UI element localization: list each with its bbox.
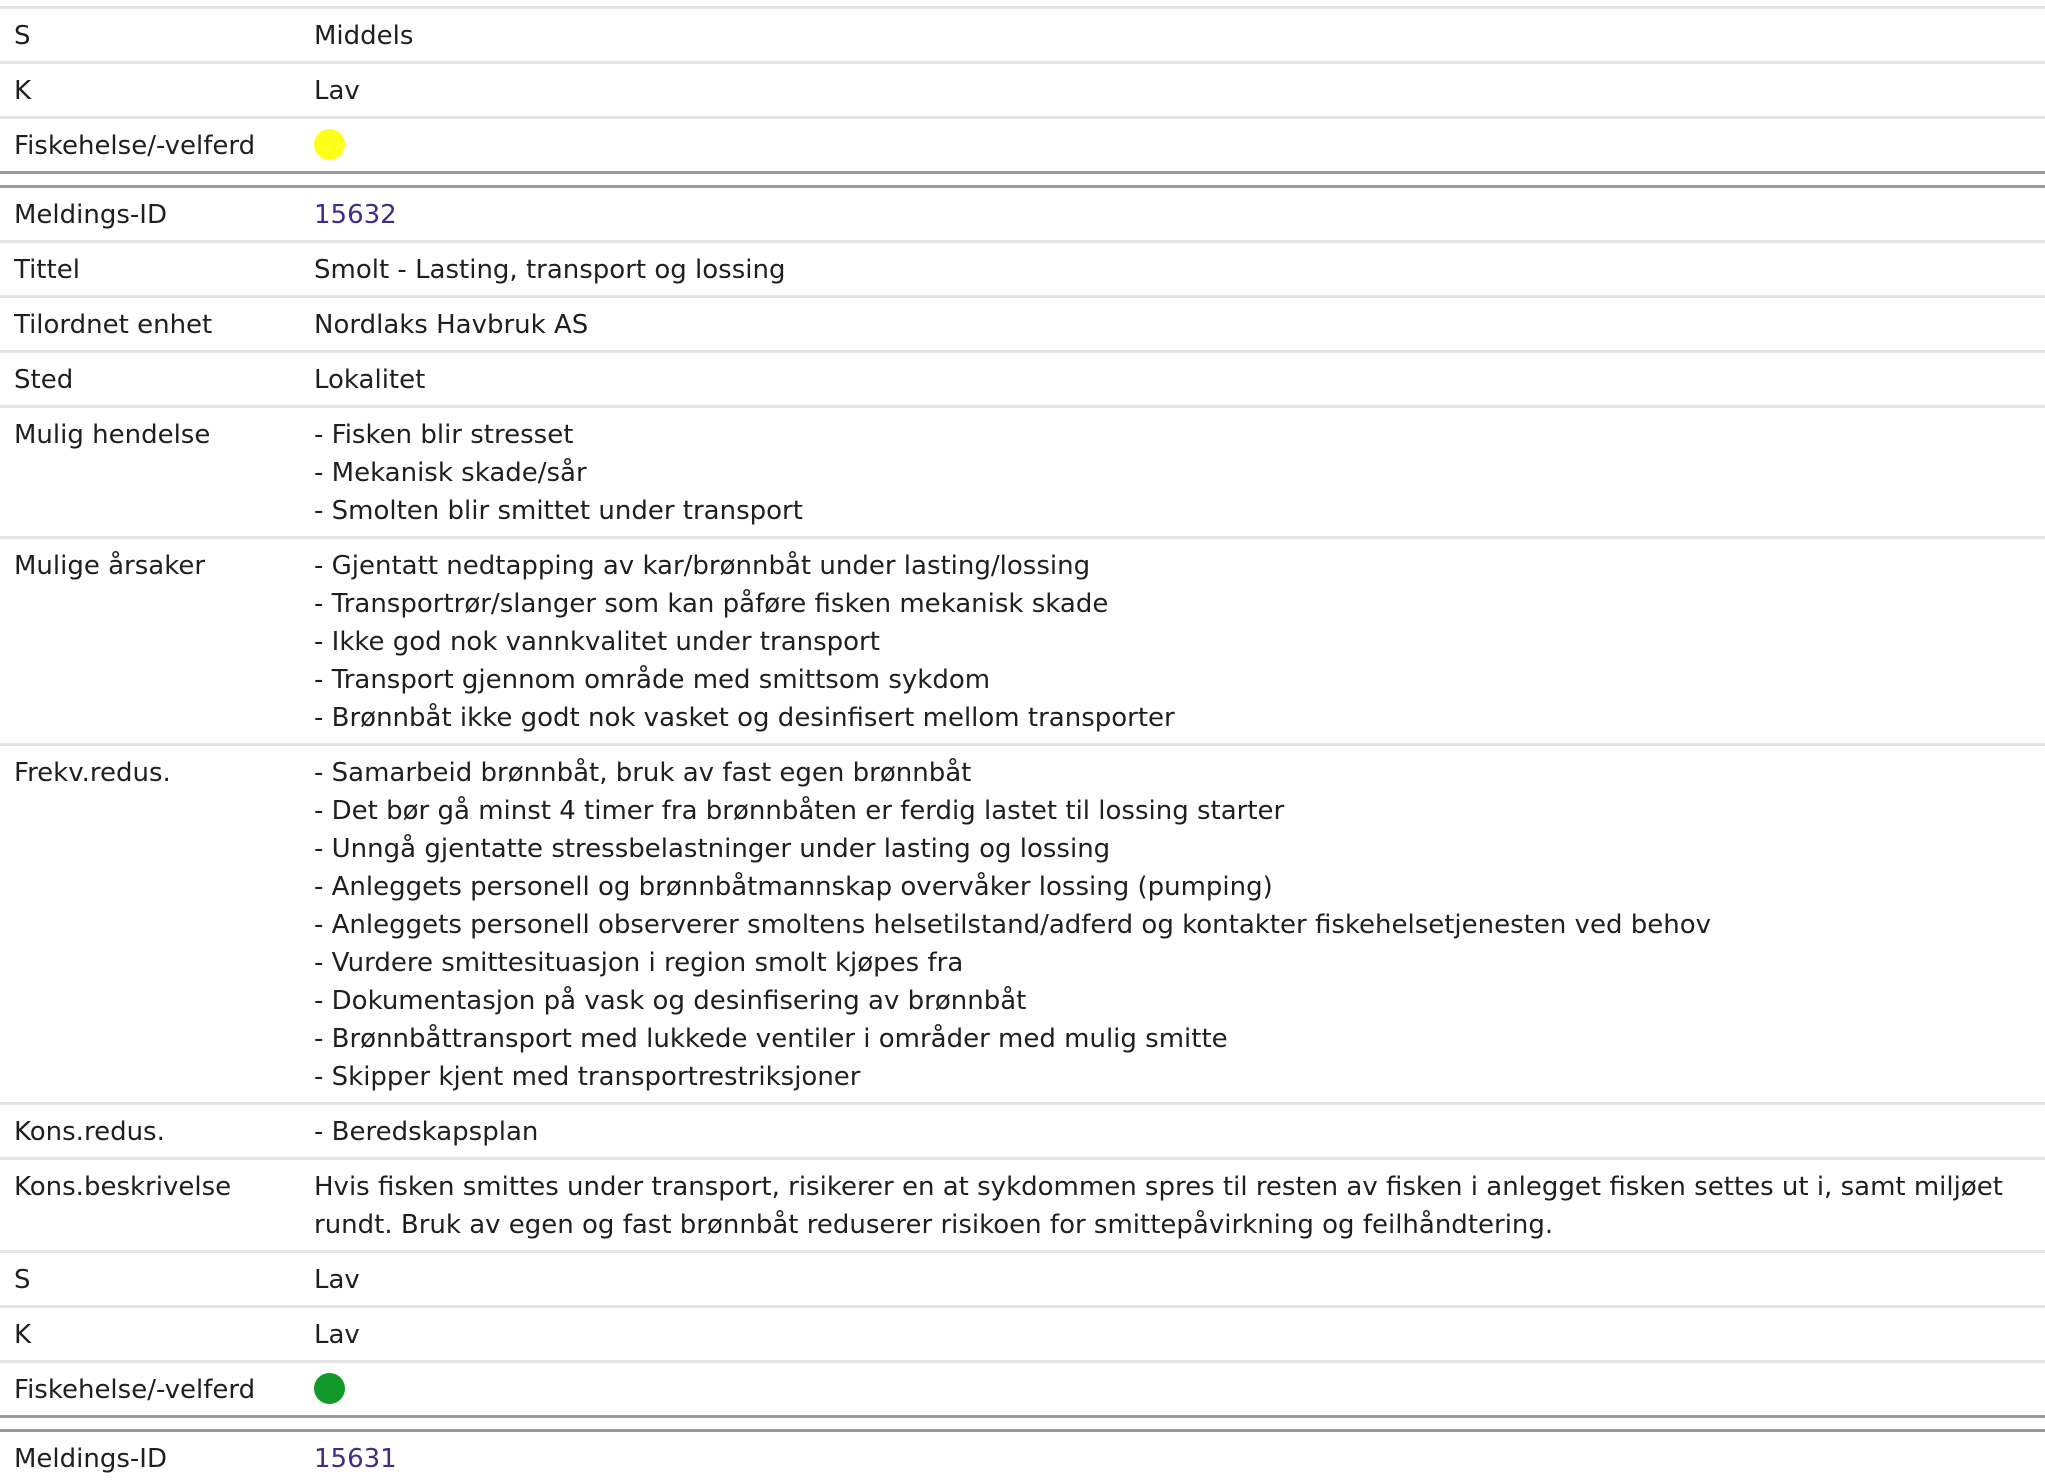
field-label: Fiskehelse/-velferd [14,131,256,161]
field-value: 15632 [314,196,2045,234]
row-possible-event: Mulig hendelse - Fisken blir stresset - … [0,405,2045,536]
list-item: - Anleggets personell observerer smolten… [314,910,1712,940]
row-fish-health: Fiskehelse/-velferd [0,1360,2045,1415]
field-label: S [14,21,31,51]
yellow-status-indicator-icon [314,129,345,160]
field-value: Lav [314,1265,360,1295]
field-label: Tilordnet enhet [14,310,213,340]
row-fish-health: Fiskehelse/-velferd [0,116,2045,171]
block-separator [0,171,2045,188]
row-title: Tittel Smolt - Lasting, transport og los… [0,240,2045,295]
field-value: Lav [314,76,360,106]
list-item: - Vurdere smittesituasjon i region smolt… [314,948,964,978]
field-label: Kons.redus. [14,1117,165,1147]
field-label: Kons.beskrivelse [14,1172,232,1202]
field-value: Nordlaks Havbruk AS [314,310,589,340]
field-label: Mulige årsaker [14,551,206,581]
field-label: Fiskehelse/-velferd [14,1375,256,1405]
row-consequence-reduction: Kons.redus. - Beredskapsplan [0,1102,2045,1157]
report-block-previous: S Middels K Lav Fiskehelse/-velferd [0,6,2045,171]
field-value: Hvis fisken smittes under transport, ris… [314,1172,2003,1240]
report-block-15632: Meldings-ID 15632 Tittel Smolt - Lasting… [0,185,2045,1415]
field-value: - Samarbeid brønnbåt, bruk av fast egen … [314,754,2045,1096]
row-assigned-unit: Tilordnet enhet Nordlaks Havbruk AS [0,295,2045,350]
report-block-15631: Meldings-ID 15631 [0,1429,2045,1484]
field-value: Middels [314,21,414,51]
field-value: - Fisken blir stresset - Mekanisk skade/… [314,416,2045,530]
list-item: - Mekanisk skade/sår [314,458,587,488]
list-item: - Brønnbåt ikke godt nok vasket og desin… [314,703,1175,733]
field-label: Sted [14,365,74,395]
field-value: Lav [314,1320,360,1350]
list-item: - Transport gjennom område med smittsom … [314,665,991,695]
row-k: K Lav [0,1305,2045,1360]
row-message-id: Meldings-ID 15632 [0,185,2045,240]
field-label: Meldings-ID [14,200,167,230]
field-value: 15631 [314,1440,2045,1478]
row-possible-causes: Mulige årsaker - Gjentatt nedtapping av … [0,536,2045,743]
list-item: - Gjentatt nedtapping av kar/brønnbåt un… [314,551,1091,581]
list-item: - Fisken blir stresset [314,420,574,450]
row-s: S Lav [0,1250,2045,1305]
list-item: - Ikke god nok vannkvalitet under transp… [314,627,880,657]
risk-report: S Middels K Lav Fiskehelse/-velferd Meld… [0,0,2045,1484]
row-k: K Lav [0,61,2045,116]
list-item: - Anleggets personell og brønnbåtmannska… [314,872,1273,902]
field-label: K [14,76,32,106]
list-item: - Det bør gå minst 4 timer fra brønnbåte… [314,796,1285,826]
field-label: Mulig hendelse [14,420,211,450]
list-item: - Unngå gjentatte stressbelastninger und… [314,834,1111,864]
field-value: - Beredskapsplan [314,1113,2045,1151]
row-message-id: Meldings-ID 15631 [0,1429,2045,1484]
field-label: Frekv.redus. [14,758,171,788]
row-place: Sted Lokalitet [0,350,2045,405]
field-value: Lokalitet [314,365,426,395]
block-separator [0,1415,2045,1432]
green-status-indicator-icon [314,1373,345,1404]
row-s: S Middels [0,6,2045,61]
row-frequency-reduction: Frekv.redus. - Samarbeid brønnbåt, bruk … [0,743,2045,1102]
field-value [314,127,2045,165]
list-item: - Smolten blir smittet under transport [314,496,803,526]
list-item: - Samarbeid brønnbåt, bruk av fast egen … [314,758,972,788]
field-label: S [14,1265,31,1295]
field-value [314,1371,2045,1409]
field-label: Tittel [14,255,80,285]
message-id-link[interactable]: 15631 [314,1444,397,1474]
row-consequence-description: Kons.beskrivelse Hvis fisken smittes und… [0,1157,2045,1250]
message-id-link[interactable]: 15632 [314,200,397,230]
list-item: - Skipper kjent med transportrestriksjon… [314,1062,861,1092]
field-label: Meldings-ID [14,1444,167,1474]
field-label: K [14,1320,32,1350]
field-value: Smolt - Lasting, transport og lossing [314,255,786,285]
field-value: - Gjentatt nedtapping av kar/brønnbåt un… [314,547,2045,737]
list-item: - Dokumentasjon på vask og desinfisering… [314,986,1027,1016]
list-item: - Beredskapsplan [314,1117,539,1147]
list-item: - Transportrør/slanger som kan påføre fi… [314,589,1109,619]
list-item: - Brønnbåttransport med lukkede ventiler… [314,1024,1228,1054]
